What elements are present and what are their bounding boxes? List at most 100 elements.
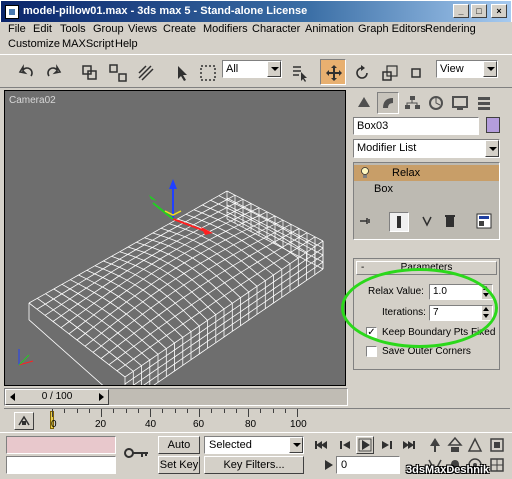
track-tick — [137, 409, 139, 413]
unlink-button[interactable] — [104, 59, 130, 85]
menu-create[interactable]: Create — [163, 23, 196, 35]
select-and-scale-button[interactable] — [376, 59, 402, 85]
menu-tools[interactable]: Tools — [60, 23, 86, 35]
move-icon — [326, 65, 342, 81]
set-key-button[interactable]: Set Key — [158, 456, 200, 474]
menu-edit[interactable]: Edit — [33, 23, 52, 35]
bind-space-warp-button[interactable] — [132, 59, 158, 85]
previous-frame-icon[interactable] — [10, 393, 15, 401]
menu-help[interactable]: Help — [115, 38, 138, 50]
next-frame-icon[interactable] — [99, 393, 104, 401]
open-mini-curve-editor-button[interactable] — [14, 412, 34, 430]
save-outer-corners-checkbox[interactable] — [366, 346, 377, 357]
pin-stack-button[interactable] — [357, 212, 377, 232]
iterations-spinner[interactable]: 7 — [429, 305, 493, 321]
display-tab-icon[interactable] — [449, 92, 471, 114]
key-mode-toggle-icon[interactable] — [323, 457, 335, 473]
track-tick — [235, 409, 237, 413]
track-tick — [284, 409, 286, 413]
menu-bar: File Edit Tools Group Views Create Modif… — [0, 22, 512, 54]
next-frame-button[interactable] — [378, 436, 396, 454]
key-filters-button[interactable]: Key Filters... — [204, 456, 304, 474]
cursor-icon — [178, 66, 187, 81]
select-by-name-icon — [293, 66, 307, 82]
redo-icon — [47, 64, 62, 77]
selection-filter-dropdown[interactable]: All — [222, 60, 282, 78]
menu-modifiers[interactable]: Modifiers — [203, 23, 248, 35]
track-bar[interactable]: 0 20 40 60 80 100 — [4, 408, 510, 432]
zoom-extents-all-icon[interactable] — [488, 436, 506, 454]
watermark: 3dsMaxDeshnik — [406, 464, 490, 476]
remove-modifier-button[interactable] — [441, 212, 461, 232]
select-by-name-button[interactable] — [286, 59, 312, 85]
make-unique-button[interactable] — [419, 212, 439, 232]
menu-rendering[interactable]: Rendering — [425, 23, 476, 35]
spinner-arrows-icon[interactable] — [482, 306, 492, 320]
play-button[interactable] — [356, 436, 374, 454]
link-icon — [82, 65, 97, 80]
select-and-rotate-button[interactable] — [348, 59, 374, 85]
current-frame-field[interactable]: 0 — [336, 456, 400, 474]
object-color-swatch[interactable] — [486, 117, 500, 133]
menu-graph-editors[interactable]: Graph Editors — [358, 23, 426, 35]
key-icon[interactable] — [124, 446, 150, 460]
scale-options-button[interactable] — [402, 59, 428, 85]
menu-character[interactable]: Character — [252, 23, 300, 35]
keep-boundary-checkbox[interactable]: ✓ — [366, 327, 377, 338]
lightbulb-icon[interactable] — [360, 167, 370, 179]
menu-group[interactable]: Group — [93, 23, 124, 35]
modify-tab-icon[interactable] — [377, 92, 399, 114]
relax-value-spinner[interactable]: 1.0 — [429, 284, 493, 300]
select-and-link-button[interactable] — [76, 59, 102, 85]
undo-icon — [18, 64, 33, 77]
chevron-down-icon — [289, 437, 303, 453]
track-tick — [113, 409, 115, 413]
menu-views[interactable]: Views — [128, 23, 157, 35]
maximize-viewport-icon[interactable] — [488, 456, 506, 474]
auto-key-button[interactable]: Auto Key — [158, 436, 200, 467]
menu-customize[interactable]: Customize — [8, 38, 60, 50]
track-tick — [162, 409, 164, 413]
modifier-list-dropdown[interactable]: Modifier List — [353, 139, 500, 158]
camera-viewport[interactable]: Camera02 — [4, 90, 346, 386]
hierarchy-tab-icon[interactable] — [401, 92, 423, 114]
reference-coordinate-dropdown[interactable]: View — [436, 60, 498, 78]
app-icon[interactable] — [5, 5, 19, 19]
show-end-result-button[interactable] — [389, 212, 409, 232]
zoom-extents-icon[interactable] — [466, 436, 484, 454]
prompt-line[interactable] — [6, 456, 116, 474]
create-tab-icon[interactable] — [353, 92, 375, 114]
configure-modifier-sets-button[interactable] — [475, 212, 495, 232]
redo-button[interactable] — [40, 59, 66, 85]
select-object-button[interactable] — [168, 59, 194, 85]
undo-button[interactable] — [12, 59, 38, 85]
next-frame-icon — [382, 441, 392, 449]
track-tick — [101, 409, 102, 417]
stack-item-relax[interactable]: Relax — [354, 165, 499, 181]
tick-label: 100 — [290, 419, 307, 430]
close-button[interactable]: × — [491, 4, 507, 18]
select-and-move-button[interactable] — [320, 59, 346, 85]
time-slider[interactable]: 0 / 100 — [4, 388, 348, 406]
zoom-icon[interactable] — [426, 436, 444, 454]
menu-maxscript[interactable]: MAXScript — [62, 38, 114, 50]
maxscript-listener-mini[interactable] — [6, 436, 116, 454]
motion-tab-icon[interactable] — [425, 92, 447, 114]
object-name-field[interactable]: Box03 — [353, 117, 479, 135]
selection-set-dropdown[interactable]: Selected — [204, 436, 304, 454]
stack-item-box[interactable]: Box — [354, 181, 499, 197]
maximize-button[interactable]: □ — [471, 4, 487, 18]
spinner-arrows-icon[interactable] — [482, 285, 492, 299]
utilities-tab-icon[interactable] — [473, 92, 495, 114]
menu-file[interactable]: File — [8, 23, 26, 35]
parameters-rollout-header[interactable]: - Parameters — [356, 261, 497, 275]
region-select-button[interactable] — [194, 59, 220, 85]
previous-frame-button[interactable] — [336, 436, 354, 454]
zoom-all-icon[interactable] — [446, 436, 464, 454]
go-to-end-button[interactable] — [400, 436, 418, 454]
tick-label: 20 — [95, 419, 107, 430]
minimize-button[interactable]: _ — [453, 4, 469, 18]
menu-animation[interactable]: Animation — [305, 23, 354, 35]
time-slider-handle[interactable]: 0 / 100 — [5, 389, 109, 405]
go-to-start-button[interactable] — [312, 436, 330, 454]
